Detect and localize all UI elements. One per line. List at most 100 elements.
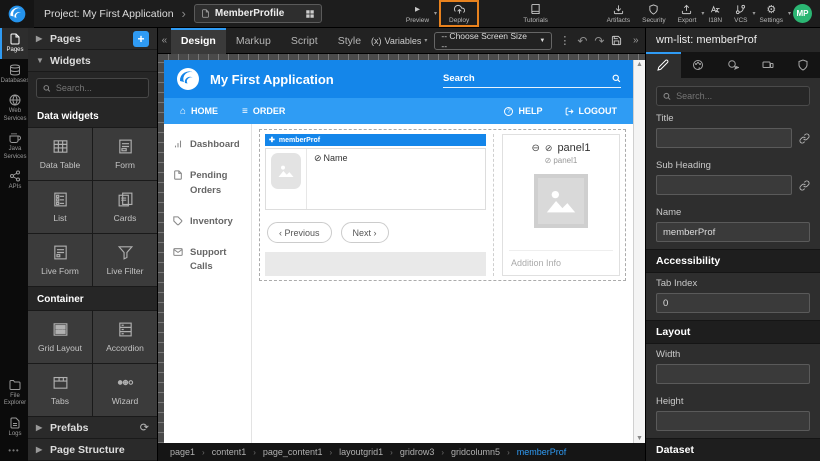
- accessibility-section-header[interactable]: Accessibility: [646, 249, 820, 273]
- settings-button[interactable]: ⚙ Settings ▾: [754, 0, 790, 28]
- nav-home[interactable]: ⌂ HOME: [180, 106, 218, 117]
- search-icon[interactable]: [612, 74, 621, 83]
- sub-heading-property-input[interactable]: [656, 175, 792, 195]
- widget-tile-wizard[interactable]: Wizard: [93, 364, 157, 416]
- name-field-binding[interactable]: ⊘ Name: [307, 149, 355, 209]
- sidebar-item-support-calls[interactable]: Support Calls: [173, 246, 242, 275]
- next-button[interactable]: Next ›: [341, 222, 389, 243]
- breadcrumb-item[interactable]: gridrow3: [400, 447, 435, 457]
- widget-tile-accordion[interactable]: Accordion: [93, 311, 157, 363]
- widget-tile-live-filter[interactable]: Live Filter: [93, 234, 157, 286]
- breadcrumb-item[interactable]: page_content1: [263, 447, 323, 457]
- height-property-input[interactable]: [656, 411, 810, 431]
- project-name[interactable]: Project: My First Application: [44, 8, 174, 20]
- rail-item-apis[interactable]: APIs: [0, 165, 28, 196]
- rail-item-java-services[interactable]: Java Services: [0, 127, 28, 165]
- tab-inspect[interactable]: [716, 52, 751, 78]
- sidebar-item-pending-orders[interactable]: Pending Orders: [173, 169, 242, 198]
- tab-markup[interactable]: Markup: [226, 28, 281, 54]
- redo-button[interactable]: ↷: [594, 34, 604, 48]
- breadcrumb-item[interactable]: layoutgrid1: [339, 447, 383, 457]
- panel-widget-panel1[interactable]: ⊖ ⊘ panel1 ⊘ panel1: [502, 134, 620, 276]
- selected-widget-tag[interactable]: ✚ memberProf: [265, 134, 486, 146]
- property-search-box[interactable]: [656, 86, 810, 106]
- pages-section-header[interactable]: ▶ Pages +: [28, 28, 157, 50]
- security-button[interactable]: Security: [636, 0, 671, 28]
- rail-item-web-services[interactable]: Web Services: [0, 89, 28, 127]
- list-item-template[interactable]: ⊘ Name: [265, 148, 486, 210]
- app-search-field[interactable]: Search: [443, 70, 621, 88]
- deploy-button[interactable]: Deploy: [443, 0, 475, 28]
- tab-style[interactable]: Style: [328, 28, 371, 54]
- list-widget-memberprof[interactable]: ✚ memberProf: [265, 134, 494, 276]
- collapse-right-panel-button[interactable]: »: [629, 35, 642, 46]
- rail-item-pages[interactable]: Pages: [0, 28, 28, 59]
- bind-link-icon[interactable]: [799, 180, 810, 191]
- kebab-menu-icon[interactable]: ⋮: [559, 34, 570, 47]
- widget-tile-tabs[interactable]: Tabs: [28, 364, 92, 416]
- refresh-icon[interactable]: ⟳: [140, 421, 149, 434]
- widget-tile-data-table[interactable]: Data Table: [28, 128, 92, 180]
- rail-item-databases[interactable]: Databases: [0, 59, 28, 90]
- sidebar-item-dashboard[interactable]: Dashboard: [173, 138, 242, 152]
- panel-image-placeholder[interactable]: [534, 174, 588, 228]
- widget-search-input[interactable]: [56, 83, 142, 93]
- width-property-input[interactable]: [656, 364, 810, 384]
- save-button[interactable]: [611, 35, 622, 46]
- tab-properties[interactable]: [646, 52, 681, 78]
- previous-button[interactable]: ‹ Previous: [267, 222, 332, 243]
- title-property-input[interactable]: [656, 128, 792, 148]
- tab-script[interactable]: Script: [281, 28, 328, 54]
- name-property-input[interactable]: [656, 222, 810, 242]
- export-button[interactable]: Export ▾: [672, 0, 703, 28]
- user-avatar[interactable]: MP: [793, 4, 812, 23]
- canvas-scrollbar[interactable]: ▲ ▼: [633, 60, 645, 443]
- more-options-icon[interactable]: •••: [0, 442, 28, 461]
- widgets-section-header[interactable]: ▼ Widgets: [28, 50, 157, 72]
- widget-tile-live-form[interactable]: Live Form: [28, 234, 92, 286]
- widget-tile-cards[interactable]: Cards: [93, 181, 157, 233]
- page-selector[interactable]: MemberProfile: [194, 4, 322, 23]
- breadcrumb-current[interactable]: memberProf: [517, 447, 567, 457]
- i18n-button[interactable]: I18N: [702, 0, 728, 28]
- artifacts-button[interactable]: Artifacts: [601, 0, 636, 28]
- undo-button[interactable]: ↶: [577, 34, 587, 48]
- collapse-left-panel-button[interactable]: «: [158, 35, 171, 46]
- tab-design[interactable]: Design: [171, 28, 226, 54]
- tab-styles[interactable]: [681, 52, 716, 78]
- scroll-up-icon[interactable]: ▲: [636, 61, 643, 68]
- nav-order[interactable]: ≡ ORDER: [242, 106, 285, 117]
- widget-tile-form[interactable]: Form: [93, 128, 157, 180]
- sidebar-item-inventory[interactable]: Inventory: [173, 215, 242, 229]
- preview-button[interactable]: ▶ Preview ▾: [400, 0, 435, 28]
- panel-header[interactable]: ⊖ ⊘ panel1: [509, 142, 613, 154]
- nav-logout[interactable]: LOGOUT: [565, 106, 618, 116]
- dataset-section-header[interactable]: Dataset: [646, 438, 820, 461]
- page-structure-section-header[interactable]: ▶ Page Structure: [28, 439, 157, 461]
- property-search-input[interactable]: [676, 91, 803, 101]
- nav-help[interactable]: ? HELP: [504, 106, 542, 116]
- layout-section-header[interactable]: Layout: [646, 320, 820, 344]
- rail-item-logs[interactable]: Logs: [0, 412, 28, 443]
- tab-devices[interactable]: [750, 52, 785, 78]
- wavemaker-logo[interactable]: [0, 0, 34, 28]
- breadcrumb-item[interactable]: gridcolumn5: [451, 447, 500, 457]
- widget-search-box[interactable]: [36, 78, 149, 98]
- move-icon[interactable]: ✚: [269, 136, 275, 144]
- rail-item-file-explorer[interactable]: File Explorer: [0, 374, 28, 412]
- bind-link-icon[interactable]: [799, 133, 810, 144]
- add-page-button[interactable]: +: [133, 31, 149, 47]
- tab-security[interactable]: [785, 52, 820, 78]
- caret-right-icon: ▶: [36, 34, 44, 43]
- breadcrumb-item[interactable]: page1: [170, 447, 195, 457]
- prefabs-section-header[interactable]: ▶ Prefabs ⟳: [28, 417, 157, 439]
- widget-tile-grid-layout[interactable]: Grid Layout: [28, 311, 92, 363]
- breadcrumb-item[interactable]: content1: [212, 447, 247, 457]
- vcs-button[interactable]: VCS ▾: [728, 0, 753, 28]
- variables-button[interactable]: (x) Variables ▾: [371, 36, 427, 46]
- widget-tile-list[interactable]: List: [28, 181, 92, 233]
- tab-index-property-input[interactable]: [656, 293, 810, 313]
- scroll-down-icon[interactable]: ▼: [636, 435, 643, 442]
- screen-size-select[interactable]: -- Choose Screen Size -- ▼: [434, 32, 552, 50]
- tutorials-button[interactable]: Tutorials: [517, 0, 554, 28]
